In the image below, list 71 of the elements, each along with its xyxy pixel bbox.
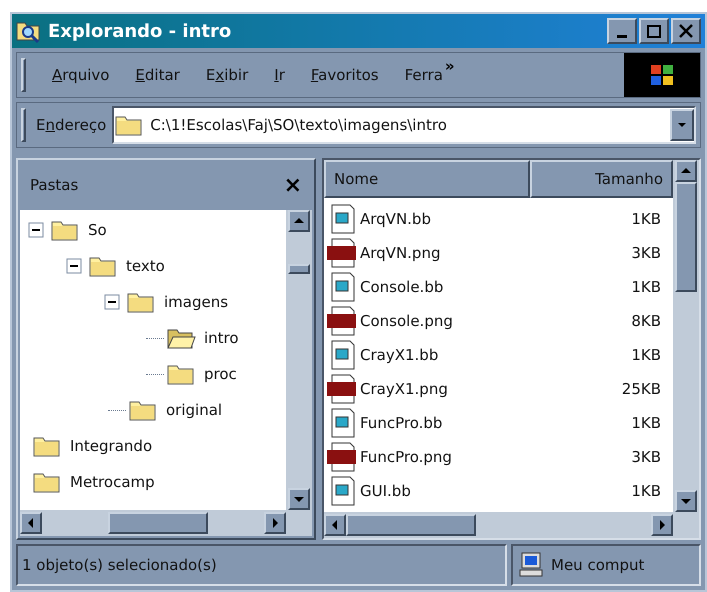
scrollbar[interactable] xyxy=(324,512,699,538)
zone-label: Meu comput xyxy=(551,554,644,576)
pane-title: Pastas xyxy=(30,174,80,196)
menu-item[interactable]: Arquivo xyxy=(52,64,110,86)
file-size: 1KB xyxy=(631,208,661,230)
folder-name[interactable]: So xyxy=(88,218,107,242)
address-field[interactable]: C:\1!Escolas\Faj\SO\texto\imagens\intro xyxy=(112,106,696,144)
collapse-icon[interactable] xyxy=(104,294,120,310)
file-size: 25KB xyxy=(622,378,661,400)
address-label: Endereço xyxy=(36,114,106,136)
column-header[interactable]: Nome xyxy=(324,160,530,198)
scroll-up-button[interactable] xyxy=(288,210,310,232)
file-size: 1KB xyxy=(631,412,661,434)
file-size: 8KB xyxy=(631,310,661,332)
file-name[interactable]: FuncPro.bb xyxy=(360,412,632,434)
menu-item[interactable]: Favoritos xyxy=(310,64,379,86)
scroll-down-button[interactable] xyxy=(288,488,310,510)
scroll-left-button[interactable] xyxy=(20,512,42,534)
file-size: 3KB xyxy=(631,242,661,264)
file-name[interactable]: Console.png xyxy=(360,310,632,332)
file-name[interactable]: CrayX1.png xyxy=(360,378,622,400)
status-text: 1 objeto(s) selecionado(s) xyxy=(16,544,507,586)
scrollbar-thumb[interactable] xyxy=(346,514,476,536)
computer-icon xyxy=(517,551,545,579)
folder-name[interactable]: Integrando xyxy=(70,434,152,458)
minimize-button[interactable] xyxy=(607,18,637,44)
scrollbar-thumb[interactable] xyxy=(288,264,310,274)
more-button[interactable]: » xyxy=(444,55,455,78)
file-name[interactable]: GUI.bb xyxy=(360,480,632,502)
maximize-button[interactable] xyxy=(639,18,669,44)
close-button[interactable] xyxy=(671,18,701,44)
scroll-left-button[interactable] xyxy=(324,514,346,536)
minimize-icon xyxy=(617,34,627,38)
collapse-icon[interactable] xyxy=(66,258,82,274)
menu-item[interactable]: Ferra xyxy=(404,64,443,86)
scroll-down-button[interactable] xyxy=(675,490,697,512)
file-name[interactable]: CrayX1.bb xyxy=(360,344,632,366)
triangle-down-icon xyxy=(676,120,688,130)
menu-item[interactable]: Ir xyxy=(274,64,285,86)
scrollbar[interactable] xyxy=(286,210,312,510)
scroll-right-button[interactable] xyxy=(651,514,673,536)
file-size: 1KB xyxy=(631,276,661,298)
address-value: C:\1!Escolas\Faj\SO\texto\imagens\intro xyxy=(150,114,447,136)
menu-item[interactable]: Editar xyxy=(135,64,180,86)
file-name[interactable]: ArqVN.bb xyxy=(360,208,632,230)
file-size: 3KB xyxy=(631,446,661,468)
file-size: 1KB xyxy=(631,480,661,502)
folder-name[interactable]: texto xyxy=(126,254,165,278)
close-button[interactable]: × xyxy=(284,168,302,202)
file-name[interactable]: ArqVN.png xyxy=(360,242,632,264)
folder-name[interactable]: proc xyxy=(204,362,237,386)
column-header[interactable]: Tamanho xyxy=(530,160,673,198)
scrollbar-thumb[interactable] xyxy=(108,512,208,534)
file-name[interactable]: Console.bb xyxy=(360,276,632,298)
scrollbar-thumb[interactable] xyxy=(675,182,697,292)
collapse-icon[interactable] xyxy=(28,222,44,238)
folder-name[interactable]: intro xyxy=(204,326,239,350)
file-name[interactable]: FuncPro.png xyxy=(360,446,632,468)
scrollbar[interactable] xyxy=(20,510,312,536)
folder-name[interactable]: Metrocamp xyxy=(70,470,155,494)
scrollbar[interactable] xyxy=(673,160,699,512)
close-icon xyxy=(679,24,693,38)
dropdown-button[interactable] xyxy=(670,109,694,141)
scroll-up-button[interactable] xyxy=(675,160,697,182)
maximize-icon xyxy=(647,24,661,38)
window-title: Explorando - intro xyxy=(48,20,232,44)
folder-name[interactable]: original xyxy=(166,398,222,422)
file-size: 1KB xyxy=(631,344,661,366)
folder-name[interactable]: imagens xyxy=(164,290,228,314)
menu-item[interactable]: Exibir xyxy=(206,64,248,86)
scroll-right-button[interactable] xyxy=(264,512,286,534)
